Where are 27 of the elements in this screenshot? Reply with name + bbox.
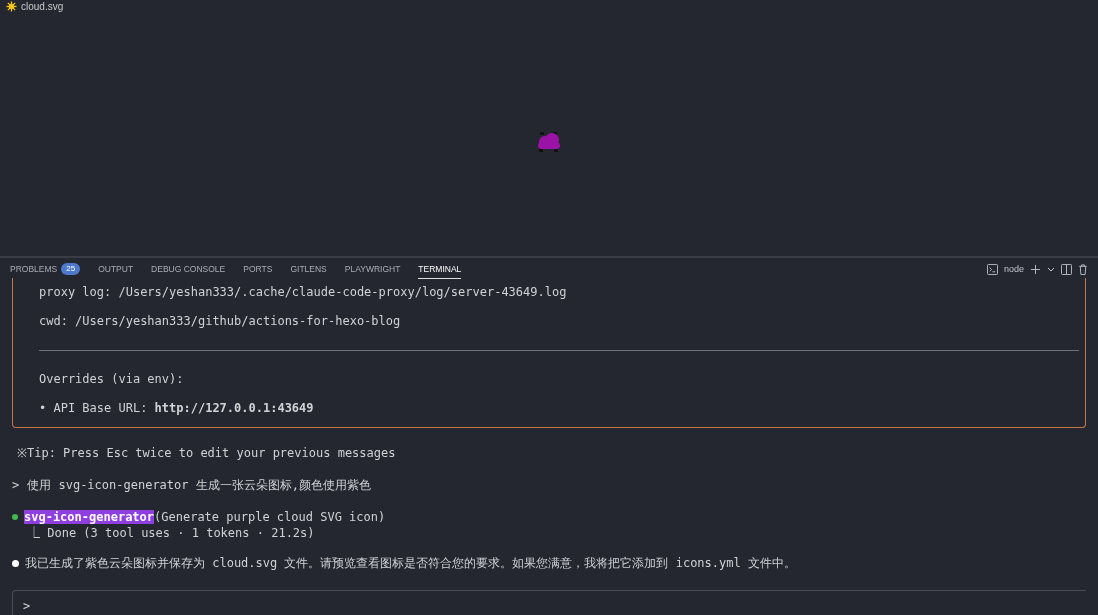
tool-call-line: svg-icon-generator(Generate purple cloud SVG icon) [24, 509, 386, 526]
panel-tab[interactable]: PLAYWRIGHT [344, 260, 401, 279]
prompt-marker: > [12, 477, 20, 494]
panel-tab[interactable]: GITLENS [290, 260, 327, 279]
terminal-line: Overrides (via env): [39, 371, 185, 388]
terminal-line: cwd: /Users/yeshan333/github/actions-for-hexo-blog [39, 313, 402, 330]
split-icon[interactable] [1061, 264, 1072, 276]
input-field[interactable]: > [12, 590, 1086, 615]
count-badge: 25 [61, 263, 81, 276]
user-prompt: 使用 svg-icon-generator 生成一张云朵图标,颜色使用紫色 [27, 477, 371, 494]
panel-tab[interactable]: TERMINAL [418, 260, 462, 279]
tip-text: ※Tip: Press Esc twice to edit your previous messages [16, 445, 397, 462]
trash-icon[interactable] [1078, 264, 1088, 276]
terminal-line: • API Base URL: http://127.0.0.1:43649 [39, 400, 315, 417]
terminal-name[interactable]: node [1003, 262, 1024, 277]
chevron-down-icon[interactable] [1047, 266, 1055, 273]
panel-tab[interactable]: PROBLEMS 25 [10, 260, 81, 279]
assistant-reply: 我已生成了紫色云朵图标并保存为 cloud.svg 文件。请预览查看图标是否符合您的要求。如果您满意，我将把它添加到 icons.yml 文件中。 [25, 555, 796, 572]
terminal-line: proxy log: /Users/yeshan333/.cache/claude-code-proxy/log/server-43649.log [39, 284, 568, 301]
tool-status: ⎿ Done (3 tool uses · 1 tokens · 21.2s) [27, 526, 316, 540]
panel-tab[interactable]: OUTPUT [98, 260, 134, 279]
panel-tab[interactable]: PORTS [243, 260, 273, 279]
sun-icon [6, 1, 17, 12]
plus-icon[interactable] [1030, 264, 1041, 276]
terminal-icon [986, 264, 998, 276]
file-tab-title[interactable]: cloud.svg [21, 0, 64, 14]
panel-tab[interactable]: DEBUG CONSOLE [151, 260, 226, 279]
